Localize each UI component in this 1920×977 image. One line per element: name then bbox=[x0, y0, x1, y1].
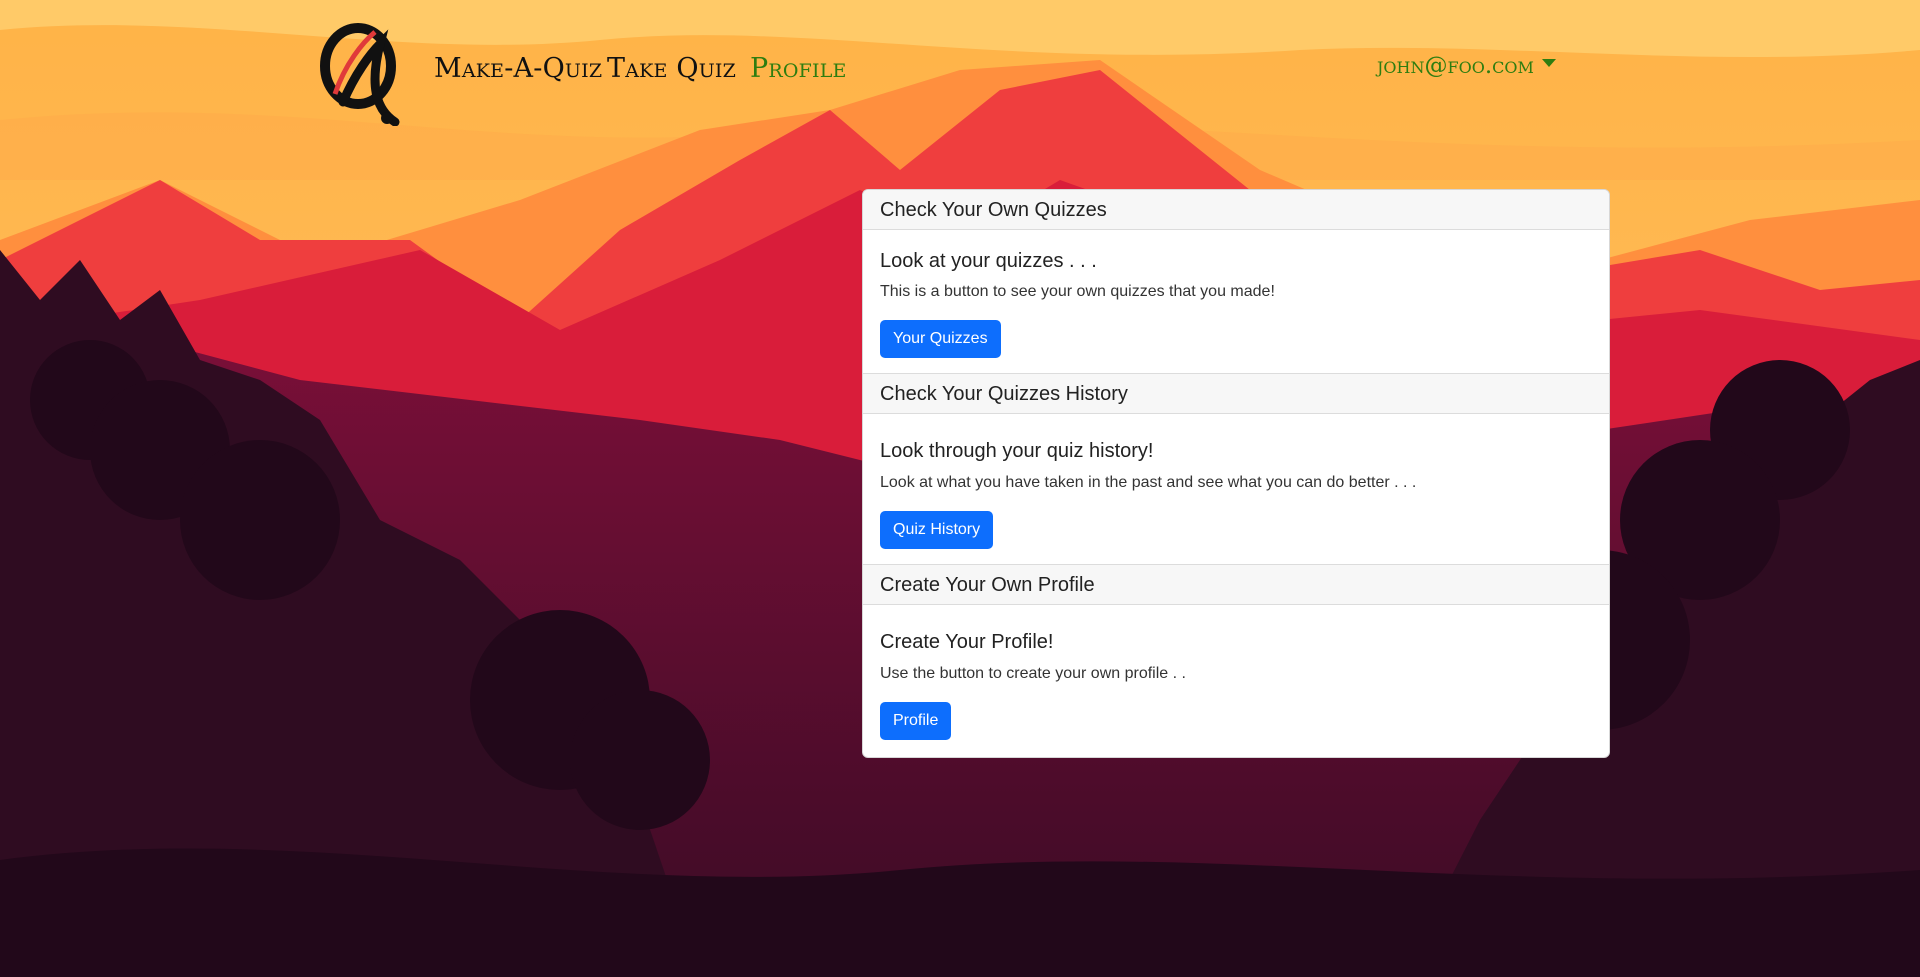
section-header-quiz-history: Check Your Quizzes History bbox=[863, 374, 1609, 414]
card-title-create-profile: Create Your Profile! bbox=[880, 631, 1054, 653]
card-text-own-quizzes: This is a button to see your own quizzes… bbox=[880, 283, 1275, 300]
your-quizzes-button[interactable]: Your Quizzes bbox=[880, 320, 1001, 358]
nav-link-profile[interactable]: Profile bbox=[750, 53, 847, 84]
card-title-own-quizzes: Look at your quizzes . . . bbox=[880, 250, 1097, 272]
chevron-down-icon bbox=[1541, 59, 1556, 67]
section-header-own-quizzes: Check Your Own Quizzes bbox=[863, 190, 1609, 230]
user-email: john@foo.com bbox=[1377, 53, 1534, 79]
top-navbar: Make-A-Quiz Take Quiz Profile john@foo.c… bbox=[0, 0, 1920, 140]
user-menu-dropdown[interactable]: john@foo.com bbox=[1377, 53, 1556, 79]
quiz-history-button[interactable]: Quiz History bbox=[880, 511, 994, 549]
nav-link-take-quiz[interactable]: Take Quiz bbox=[607, 53, 736, 84]
card-title-quiz-history: Look through your quiz history! bbox=[880, 440, 1154, 462]
card-text-create-profile: Use the button to create your own profil… bbox=[880, 665, 1186, 682]
quiz-logo-icon[interactable] bbox=[315, 14, 405, 127]
nav-link-make-a-quiz[interactable]: Make-A-Quiz bbox=[434, 53, 602, 84]
section-header-create-profile: Create Your Own Profile bbox=[863, 565, 1609, 605]
profile-panel: Check Your Own Quizzes Look at your quiz… bbox=[862, 189, 1610, 758]
card-text-quiz-history: Look at what you have taken in the past … bbox=[880, 474, 1417, 491]
profile-button[interactable]: Profile bbox=[880, 702, 952, 740]
